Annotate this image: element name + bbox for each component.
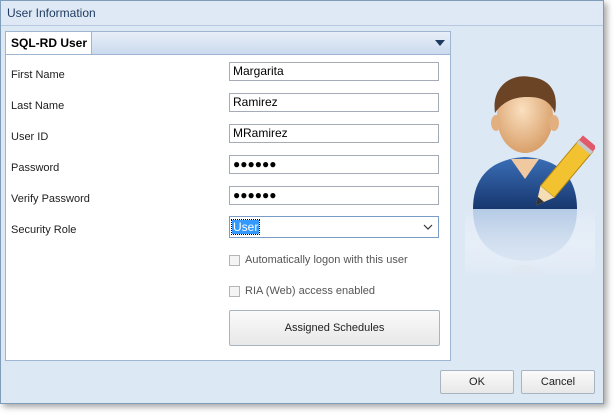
last-name-field[interactable]: Ramirez <box>229 93 439 112</box>
first-name-field[interactable]: Margarita <box>229 62 439 81</box>
security-role-label: Security Role <box>11 224 77 236</box>
user-panel: SQL-RD User First Name Margarita Last Na… <box>5 31 451 361</box>
title-bar: User Information <box>1 1 603 26</box>
verify-password-label: Verify Password <box>11 193 90 205</box>
ria-access-checkbox[interactable] <box>229 286 240 297</box>
password-label: Password <box>11 162 60 174</box>
user-id-label: User ID <box>11 131 49 143</box>
cancel-button[interactable]: Cancel <box>521 370 595 394</box>
tab-sql-rd-user[interactable]: SQL-RD User <box>6 32 92 54</box>
tab-strip: SQL-RD User <box>6 32 450 55</box>
triangle-down-icon[interactable] <box>434 37 446 49</box>
auto-logon-checkbox[interactable] <box>229 255 240 266</box>
ok-button[interactable]: OK <box>440 370 514 394</box>
security-role-select[interactable]: User <box>229 216 439 238</box>
last-name-label: Last Name <box>11 100 65 112</box>
assigned-schedules-button[interactable]: Assigned Schedules <box>229 310 440 346</box>
password-field[interactable]: ●●●●●● <box>229 155 439 174</box>
chevron-down-icon <box>423 224 433 230</box>
first-name-label: First Name <box>11 69 65 81</box>
ria-access-label: RIA (Web) access enabled <box>245 285 376 297</box>
user-information-dialog: User Information SQL-RD User First Name … <box>0 0 604 404</box>
user-id-field[interactable]: MRamirez <box>229 124 439 143</box>
user-with-pencil-icon <box>465 76 595 277</box>
verify-password-field[interactable]: ●●●●●● <box>229 186 439 205</box>
security-role-value: User <box>230 219 261 235</box>
tab-label: SQL-RD User <box>11 36 88 50</box>
window-title: User Information <box>7 6 96 20</box>
auto-logon-label: Automatically logon with this user <box>245 254 408 266</box>
